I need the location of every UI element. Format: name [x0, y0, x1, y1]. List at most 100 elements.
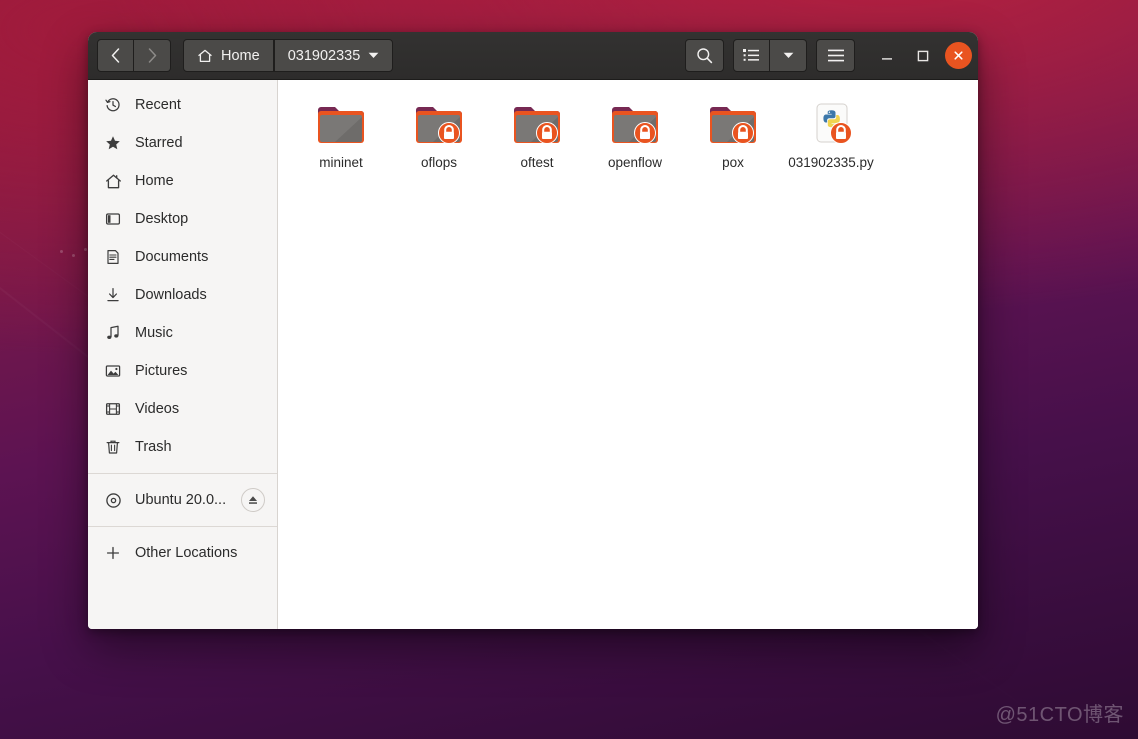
breadcrumb-label: 031902335 — [287, 47, 361, 64]
breadcrumb-item-current[interactable]: 031902335 — [273, 39, 394, 72]
sidebar-separator — [88, 473, 277, 474]
sidebar-item-label: Desktop — [135, 211, 189, 227]
sidebar-item-label: Music — [135, 325, 173, 341]
chevron-down-icon — [783, 52, 793, 58]
navigation-buttons — [97, 39, 171, 72]
desktop-icon — [104, 210, 122, 228]
search-icon — [697, 48, 713, 64]
forward-button[interactable] — [134, 39, 171, 72]
sidebar-item-ubuntu-disc[interactable]: Ubuntu 20.0... — [88, 481, 277, 519]
watermark: @51CTO博客 — [995, 704, 1124, 726]
sidebar-item-label: Trash — [135, 439, 172, 455]
lock-badge-icon — [438, 122, 460, 144]
sidebar-item-trash[interactable]: Trash — [88, 428, 277, 466]
maximize-icon — [917, 50, 928, 61]
file-manager-window: Home 031902335 Recent Starred Home Deskt… — [88, 32, 978, 629]
lock-badge-icon — [536, 122, 558, 144]
titlebar-actions — [685, 39, 972, 72]
folder-icon — [609, 102, 661, 148]
home-icon — [104, 172, 122, 190]
sidebar-item-label: Recent — [135, 97, 181, 113]
sidebar-item-label: Videos — [135, 401, 180, 417]
file-item[interactable]: openflow — [586, 96, 684, 180]
video-icon — [104, 400, 122, 418]
file-name: openflow — [607, 155, 663, 170]
search-button-group — [685, 39, 724, 72]
chevron-right-icon — [148, 48, 156, 63]
lock-badge-icon — [732, 122, 754, 144]
file-name: oftest — [520, 155, 554, 170]
sidebar-item-label: Ubuntu 20.0... — [135, 492, 227, 508]
window-body: Recent Starred Home Desktop Documents Do… — [88, 80, 978, 629]
lock-badge-icon — [634, 122, 656, 144]
maximize-button[interactable] — [909, 42, 936, 69]
minimize-icon — [881, 57, 892, 60]
file-item[interactable]: 031902335.py — [782, 96, 880, 180]
sidebar-item-other-locations[interactable]: Other Locations — [88, 534, 277, 572]
music-note-icon — [104, 324, 122, 342]
main-menu-button[interactable] — [816, 39, 855, 72]
file-item[interactable]: oflops — [390, 96, 488, 180]
chevron-left-icon — [111, 48, 120, 63]
file-grid: mininet oflops oftest openflow pox 03190… — [292, 96, 964, 180]
file-item[interactable]: oftest — [488, 96, 586, 180]
sidebar-item-label: Home — [135, 173, 174, 189]
lock-badge-icon — [830, 122, 852, 144]
sidebar-item-music[interactable]: Music — [88, 314, 277, 352]
file-name: oflops — [420, 155, 458, 170]
menu-button-group — [816, 39, 855, 72]
hamburger-menu-icon — [827, 49, 844, 62]
sidebar-item-starred[interactable]: Starred — [88, 124, 277, 162]
folder-icon — [707, 102, 759, 148]
python-file-icon — [805, 102, 857, 148]
folder-icon — [315, 102, 367, 148]
trash-icon — [104, 438, 122, 456]
sidebar-item-recent[interactable]: Recent — [88, 86, 277, 124]
sidebar-item-label: Downloads — [135, 287, 207, 303]
sidebar-item-label: Starred — [135, 135, 183, 151]
list-view-button[interactable] — [733, 39, 770, 72]
file-item[interactable]: mininet — [292, 96, 390, 180]
list-view-icon — [743, 49, 759, 61]
close-button[interactable] — [945, 42, 972, 69]
minimize-button[interactable] — [873, 42, 900, 69]
file-list-area[interactable]: mininet oflops oftest openflow pox 03190… — [278, 80, 978, 629]
sidebar-item-documents[interactable]: Documents — [88, 238, 277, 276]
chevron-down-icon — [368, 52, 379, 58]
sidebar-item-videos[interactable]: Videos — [88, 390, 277, 428]
sidebar-separator — [88, 526, 277, 527]
close-icon — [954, 51, 963, 60]
document-icon — [104, 248, 122, 266]
file-name: pox — [722, 155, 744, 170]
view-mode-group — [733, 39, 807, 72]
sidebar-item-desktop[interactable]: Desktop — [88, 200, 277, 238]
sidebar-item-label: Pictures — [135, 363, 188, 379]
breadcrumb-label: Home — [221, 47, 260, 64]
file-item[interactable]: pox — [684, 96, 782, 180]
places-sidebar: Recent Starred Home Desktop Documents Do… — [88, 80, 278, 629]
star-icon — [104, 134, 122, 152]
sidebar-item-pictures[interactable]: Pictures — [88, 352, 277, 390]
home-icon — [198, 49, 212, 62]
eject-icon — [249, 496, 257, 504]
breadcrumb-item-home[interactable]: Home — [183, 39, 274, 72]
window-titlebar: Home 031902335 — [88, 32, 978, 80]
folder-icon — [413, 102, 465, 148]
sidebar-item-label: Documents — [135, 249, 209, 265]
file-name: mininet — [319, 155, 363, 170]
eject-button[interactable] — [241, 488, 265, 512]
search-button[interactable] — [685, 39, 724, 72]
download-icon — [104, 286, 122, 304]
file-name: 031902335.py — [788, 155, 874, 170]
breadcrumb: Home 031902335 — [183, 39, 394, 72]
sidebar-item-label: Other Locations — [135, 545, 238, 561]
disc-icon — [104, 491, 122, 509]
sidebar-item-downloads[interactable]: Downloads — [88, 276, 277, 314]
clock-icon — [104, 96, 122, 114]
sidebar-item-home[interactable]: Home — [88, 162, 277, 200]
folder-icon — [511, 102, 563, 148]
view-options-button[interactable] — [770, 39, 807, 72]
plus-icon — [104, 544, 122, 562]
picture-icon — [104, 362, 122, 380]
back-button[interactable] — [97, 39, 134, 72]
